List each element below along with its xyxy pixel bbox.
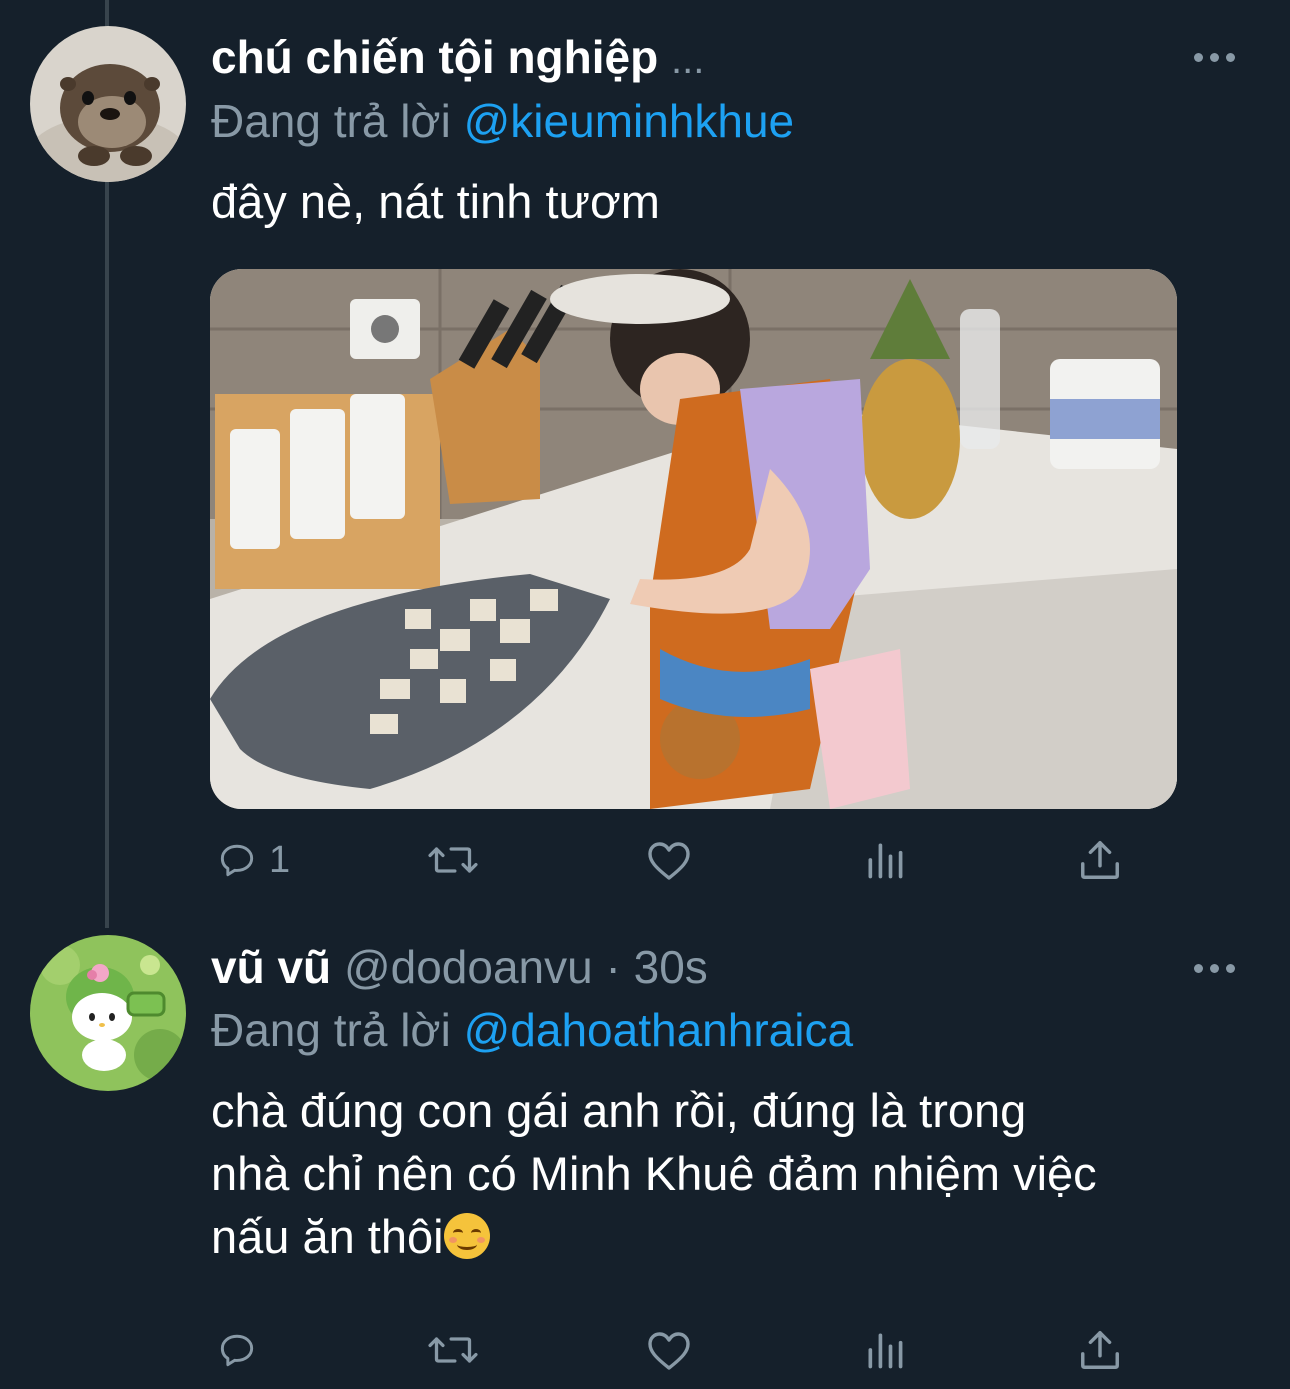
tweet-actions: [211, 1320, 1141, 1380]
otter-avatar-icon: [30, 26, 186, 182]
retweet-button[interactable]: [425, 1320, 481, 1380]
tweet-text: chà đúng con gái anh rồi, đúng là trong …: [211, 1079, 1251, 1268]
name-truncation: ...: [671, 38, 705, 82]
separator-dot: ·: [605, 941, 621, 993]
kitchen-photo: [210, 269, 1177, 809]
retweet-icon: [428, 1337, 478, 1363]
share-icon: [1081, 1331, 1119, 1369]
replying-to: Đang trả lời @kieuminhkhue: [211, 94, 794, 148]
reply-count: 1: [269, 838, 291, 881]
tweet[interactable]: vũ vũ @dodoanvu · 30s Đang trả lời @daho…: [0, 928, 1290, 1389]
share-button[interactable]: [1077, 1320, 1123, 1380]
reply-button[interactable]: [215, 1320, 269, 1380]
tweet-actions: 1: [211, 830, 1141, 890]
tweet-text: đây nè, nát tinh tươm: [211, 175, 660, 228]
like-button[interactable]: [645, 830, 693, 890]
reply-icon: [220, 844, 254, 877]
reply-button[interactable]: 1: [215, 830, 290, 890]
timestamp[interactable]: 30s: [634, 941, 708, 993]
mention-link[interactable]: @dahoathanhraica: [464, 1004, 853, 1056]
username[interactable]: @dodoanvu: [344, 941, 593, 993]
like-button[interactable]: [645, 1320, 693, 1380]
share-button[interactable]: [1077, 830, 1123, 890]
more-options-icon[interactable]: [1194, 964, 1235, 973]
analytics-icon: [868, 843, 903, 879]
tweet-text-line-end: nấu ăn thôi: [211, 1210, 444, 1263]
tweet-text-line: nấu ăn thôi: [211, 1205, 1251, 1268]
tweet-text-line: nhà chỉ nên có Minh Khuê đảm nhiệm việc: [211, 1147, 1097, 1200]
analytics-button[interactable]: [863, 1320, 907, 1380]
analytics-button[interactable]: [863, 830, 907, 890]
hello-kitty-avatar-icon: [30, 935, 186, 1091]
tweet[interactable]: chú chiến tội nghiệp ... Đang trả lời @k…: [0, 0, 1290, 928]
avatar[interactable]: [30, 26, 186, 182]
avatar[interactable]: [30, 935, 186, 1091]
analytics-icon: [868, 1333, 903, 1369]
retweet-icon: [428, 847, 478, 873]
smiling-face-emoji-icon: [443, 1213, 490, 1259]
tweet-text-line: chà đúng con gái anh rồi, đúng là trong: [211, 1084, 1027, 1137]
display-name[interactable]: chú chiến tội nghiệp: [211, 31, 658, 83]
replying-to: Đang trả lời @dahoathanhraica: [211, 1003, 853, 1057]
retweet-button[interactable]: [425, 830, 481, 890]
reply-icon: [220, 1334, 254, 1367]
replying-to-label: Đang trả lời: [211, 1004, 451, 1056]
display-name[interactable]: vũ vũ: [211, 941, 331, 993]
like-icon: [648, 842, 690, 880]
author-row: vũ vũ @dodoanvu · 30s: [211, 940, 708, 994]
mention-link[interactable]: @kieuminhkhue: [464, 95, 795, 147]
like-icon: [648, 1332, 690, 1370]
tweet-media-photo[interactable]: [210, 269, 1177, 809]
author-row: chú chiến tội nghiệp ...: [211, 30, 704, 84]
share-icon: [1081, 841, 1119, 879]
replying-to-label: Đang trả lời: [211, 95, 451, 147]
more-options-icon[interactable]: [1194, 53, 1235, 62]
